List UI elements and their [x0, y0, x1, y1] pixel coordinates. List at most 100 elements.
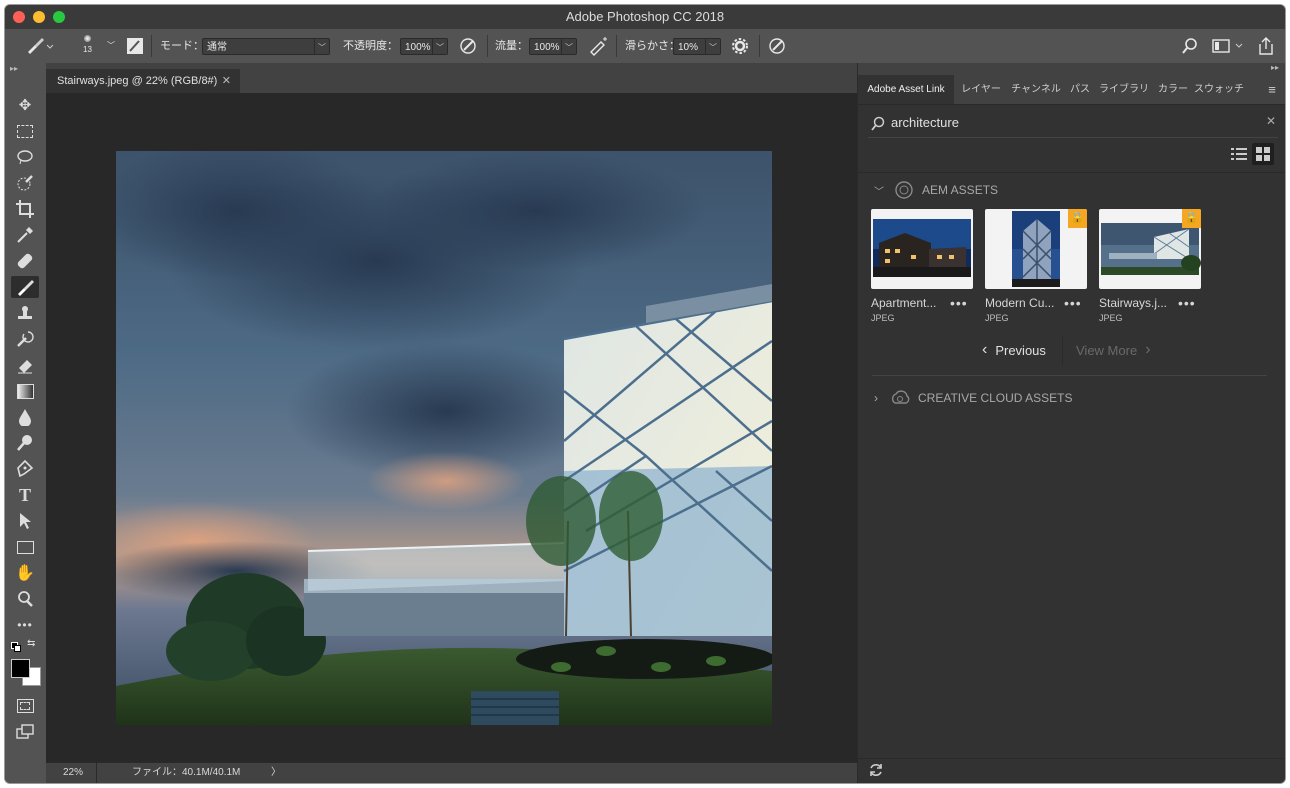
quick-selection-tool-icon[interactable] — [11, 172, 39, 194]
blur-tool-icon[interactable] — [11, 406, 39, 428]
tab-paths[interactable]: パス — [1065, 75, 1095, 104]
rectangle-tool-icon[interactable] — [11, 536, 39, 558]
healing-brush-tool-icon[interactable] — [11, 250, 39, 272]
default-colors-icon[interactable] — [11, 642, 21, 652]
pressure-opacity-button[interactable] — [458, 29, 478, 63]
path-selection-tool-icon[interactable] — [11, 510, 39, 532]
brush-tip-icon — [83, 35, 91, 42]
swap-colors-icon[interactable]: ⇆ — [27, 638, 35, 649]
lock-icon: 🔒 — [1068, 209, 1087, 228]
opacity-input[interactable]: 100% ﹀ — [400, 38, 448, 55]
close-tab-icon[interactable]: ✕ — [222, 69, 231, 93]
gradient-tool-icon[interactable] — [11, 380, 39, 402]
grid-view-button[interactable] — [1252, 143, 1274, 165]
search-button[interactable] — [1181, 29, 1199, 63]
tab-swatches[interactable]: スウォッチ — [1194, 75, 1244, 104]
move-tool-icon[interactable]: ✥ — [11, 94, 39, 116]
asset-more-button[interactable]: ••• — [1064, 295, 1082, 311]
foreground-color-swatch[interactable] — [11, 659, 30, 678]
grid-view-icon — [1256, 147, 1270, 161]
asset-more-button[interactable]: ••• — [1178, 295, 1196, 311]
tool-preset-picker[interactable] — [25, 29, 55, 63]
quick-mask-icon[interactable] — [11, 695, 39, 717]
asset-thumbnail[interactable]: 🔒 — [985, 209, 1087, 289]
minimize-window-button[interactable] — [33, 11, 45, 23]
airbrush-button[interactable] — [588, 29, 610, 63]
tab-color[interactable]: カラー — [1153, 75, 1193, 104]
pressure-size-button[interactable] — [767, 29, 787, 63]
eraser-tool-icon[interactable] — [11, 354, 39, 376]
brush-settings-toggle[interactable] — [126, 29, 144, 63]
workspace-switcher[interactable] — [1212, 29, 1248, 63]
photoshop-window: Adobe Photoshop CC 2018 13 ﹀ モード： 通常 ﹀ 不… — [5, 5, 1285, 783]
zoom-tool-icon[interactable] — [11, 588, 39, 610]
chevron-down-icon[interactable]: ﹀ — [107, 29, 115, 63]
zoom-window-button[interactable] — [53, 11, 65, 23]
airbrush-icon — [590, 37, 607, 56]
tab-layers[interactable]: レイヤー — [955, 75, 1007, 104]
flow-label: 流量： — [495, 40, 528, 52]
asset-search-field[interactable]: architecture ✕ — [868, 113, 1278, 138]
previous-button[interactable]: ‹ Previous — [982, 339, 1046, 361]
marquee-tool-icon[interactable] — [11, 120, 39, 142]
document-tab[interactable]: Stairways.jpeg @ 22% (RGB/8#) ✕ — [46, 69, 240, 93]
tab-label: Adobe Asset Link — [867, 84, 945, 95]
share-icon — [1259, 37, 1273, 55]
brush-size-picker[interactable]: 13 — [83, 26, 92, 60]
mode-value: 通常 — [207, 42, 227, 53]
screen-mode-icon[interactable] — [11, 721, 39, 743]
tab-channels[interactable]: チャンネル — [1008, 75, 1064, 104]
lasso-tool-icon[interactable] — [11, 146, 39, 168]
clone-stamp-tool-icon[interactable] — [11, 302, 39, 324]
aem-assets-header[interactable]: ﹀ AEM ASSETS — [874, 181, 998, 199]
panel-footer — [858, 758, 1285, 783]
flow-input[interactable]: 100% ﹀ — [529, 38, 577, 55]
view-more-button[interactable]: View More › — [1076, 339, 1151, 361]
history-brush-tool-icon[interactable] — [11, 328, 39, 350]
collapse-panel-icon[interactable]: ▸▸ — [10, 64, 18, 73]
asset-more-button[interactable]: ••• — [950, 295, 968, 311]
share-button[interactable] — [1257, 29, 1275, 63]
panel-menu-icon[interactable]: ≡ — [1262, 75, 1282, 104]
brush-tool-icon[interactable] — [11, 276, 39, 298]
eyedropper-tool-icon[interactable] — [11, 224, 39, 246]
crop-tool-icon[interactable] — [11, 198, 39, 220]
asset-type: JPEG — [985, 313, 1009, 323]
smoothing-label: 滑らかさ： — [625, 40, 680, 52]
tab-label: ライブラリ — [1099, 84, 1149, 95]
tab-libraries[interactable]: ライブラリ — [1096, 75, 1152, 104]
mode-label: モード： — [160, 40, 204, 52]
view-more-label: View More — [1076, 342, 1138, 358]
type-tool-icon[interactable]: T — [11, 484, 39, 506]
file-size-info: ファイル：40.1M/40.1M — [132, 767, 241, 778]
close-window-button[interactable] — [13, 11, 25, 23]
chevron-down-icon: ﹀ — [874, 186, 884, 198]
zoom-level[interactable]: 22% — [63, 763, 83, 783]
tab-adobe-asset-link[interactable]: Adobe Asset Link — [858, 75, 954, 104]
chevron-down-icon: ﹀ — [432, 39, 447, 54]
aem-section-title: AEM ASSETS — [922, 183, 999, 197]
list-view-button[interactable] — [1230, 145, 1248, 163]
aem-logo-icon — [895, 181, 913, 199]
clear-search-icon[interactable]: ✕ — [1266, 114, 1276, 128]
panel-header-strip: ▸▸ — [858, 63, 1285, 75]
smoothing-options-button[interactable] — [731, 29, 749, 63]
asset-thumbnail[interactable] — [871, 209, 973, 289]
hand-tool-icon[interactable]: ✋ — [11, 562, 39, 584]
status-menu-arrow-icon[interactable]: 〉 — [271, 763, 281, 783]
document-tab-strip: Stairways.jpeg @ 22% (RGB/8#) ✕ — [46, 63, 857, 93]
collapse-panel-icon[interactable]: ▸▸ — [1271, 63, 1279, 72]
pen-tool-icon[interactable] — [11, 458, 39, 480]
more-tools-icon[interactable]: ••• — [11, 614, 39, 636]
stairways-photo — [116, 151, 772, 725]
asset-thumbnail[interactable]: 🔒 — [1099, 209, 1201, 289]
divider — [96, 763, 97, 783]
creative-cloud-assets-header[interactable]: › CREATIVE CLOUD ASSETS — [874, 389, 1072, 407]
refresh-icon[interactable] — [868, 762, 884, 778]
dodge-tool-icon[interactable] — [11, 432, 39, 454]
mode-select[interactable]: 通常 ﹀ — [202, 38, 330, 55]
chevron-right-icon: › — [874, 391, 878, 405]
smoothing-input[interactable]: 10% ﹀ — [673, 38, 721, 55]
brush-size-value: 13 — [83, 45, 92, 54]
image-canvas[interactable] — [116, 151, 772, 725]
